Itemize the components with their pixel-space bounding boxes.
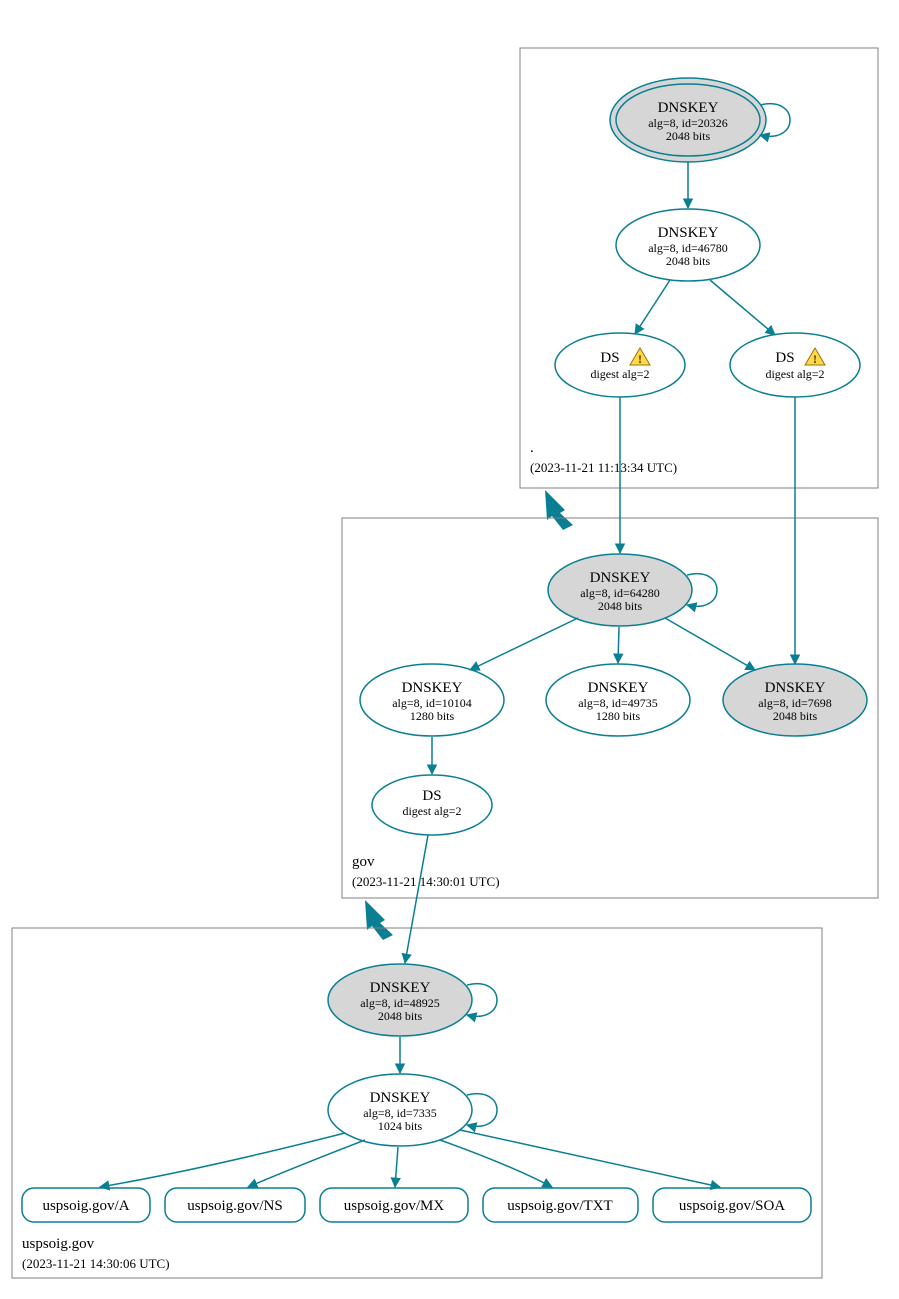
- zone-ts-uspsoig: (2023-11-21 14:30:06 UTC): [22, 1256, 170, 1271]
- svg-text:1024 bits: 1024 bits: [378, 1119, 423, 1133]
- node-gov-zsk1: DNSKEY alg=8, id=10104 1280 bits: [360, 664, 504, 736]
- svg-text:alg=8, id=20326: alg=8, id=20326: [648, 116, 728, 130]
- svg-text:digest alg=2: digest alg=2: [590, 367, 649, 381]
- edge-govksk-zsk1: [470, 618, 578, 670]
- svg-text:DNSKEY: DNSKEY: [765, 680, 826, 696]
- node-root-ksk: DNSKEY alg=8, id=20326 2048 bits: [610, 78, 766, 162]
- svg-text:alg=8, id=7335: alg=8, id=7335: [363, 1106, 437, 1120]
- svg-text:DNSKEY: DNSKEY: [590, 570, 651, 586]
- node-ds2: DS digest alg=2 !: [730, 333, 860, 397]
- svg-text:alg=8, id=48925: alg=8, id=48925: [360, 996, 440, 1010]
- svg-text:alg=8, id=64280: alg=8, id=64280: [580, 586, 660, 600]
- svg-text:2048 bits: 2048 bits: [666, 129, 711, 143]
- svg-text:alg=8, id=10104: alg=8, id=10104: [392, 696, 472, 710]
- node-root-zsk: DNSKEY alg=8, id=46780 2048 bits: [616, 209, 760, 281]
- svg-text:DS: DS: [600, 350, 619, 366]
- zone-arrow-root-gov: [545, 490, 573, 530]
- dnssec-diagram: . (2023-11-21 11:13:34 UTC) DNSKEY alg=8…: [0, 0, 899, 1299]
- leaf-txt: uspsoig.gov/TXT: [483, 1188, 638, 1222]
- zone-label-root: .: [530, 440, 534, 456]
- zone-ts-root: (2023-11-21 11:13:34 UTC): [530, 460, 677, 475]
- svg-text:1280 bits: 1280 bits: [596, 709, 641, 723]
- svg-text:alg=8, id=46780: alg=8, id=46780: [648, 241, 728, 255]
- svg-text:digest alg=2: digest alg=2: [765, 367, 824, 381]
- svg-text:digest alg=2: digest alg=2: [402, 804, 461, 818]
- svg-text:DNSKEY: DNSKEY: [588, 680, 649, 696]
- svg-text:alg=8, id=49735: alg=8, id=49735: [578, 696, 658, 710]
- node-gov-key3: DNSKEY alg=8, id=7698 2048 bits: [723, 664, 867, 736]
- edge-uspzsk-mx: [395, 1147, 398, 1187]
- svg-text:2048 bits: 2048 bits: [773, 709, 818, 723]
- svg-text:DNSKEY: DNSKEY: [402, 680, 463, 696]
- svg-text:DNSKEY: DNSKEY: [658, 225, 719, 241]
- edge-uspzsk-soa: [460, 1130, 720, 1187]
- node-gov-ds: DS digest alg=2: [372, 775, 492, 835]
- svg-text:DNSKEY: DNSKEY: [370, 1090, 431, 1106]
- svg-text:DNSKEY: DNSKEY: [370, 980, 431, 996]
- node-gov-zsk2: DNSKEY alg=8, id=49735 1280 bits: [546, 664, 690, 736]
- svg-text:!: !: [638, 352, 642, 366]
- svg-text:DS: DS: [422, 788, 441, 804]
- svg-text:DNSKEY: DNSKEY: [658, 100, 719, 116]
- node-ds1: DS digest alg=2 !: [555, 333, 685, 397]
- svg-text:DS: DS: [775, 350, 794, 366]
- edge-uspzsk-a: [100, 1133, 345, 1187]
- svg-text:uspsoig.gov/TXT: uspsoig.gov/TXT: [507, 1198, 612, 1214]
- svg-text:!: !: [813, 352, 817, 366]
- svg-text:uspsoig.gov/NS: uspsoig.gov/NS: [187, 1198, 282, 1214]
- node-usp-ksk: DNSKEY alg=8, id=48925 2048 bits: [328, 964, 472, 1036]
- zone-label-gov: gov: [352, 854, 375, 870]
- zone-arrow-gov-uspsoig: [365, 900, 393, 940]
- svg-text:uspsoig.gov/MX: uspsoig.gov/MX: [344, 1198, 445, 1214]
- svg-text:uspsoig.gov/A: uspsoig.gov/A: [42, 1198, 129, 1214]
- svg-text:2048 bits: 2048 bits: [666, 254, 711, 268]
- zone-label-uspsoig: uspsoig.gov: [22, 1236, 95, 1252]
- edge-govksk-key3: [665, 618, 755, 670]
- zone-ts-gov: (2023-11-21 14:30:01 UTC): [352, 874, 500, 889]
- leaf-mx: uspsoig.gov/MX: [320, 1188, 468, 1222]
- node-gov-ksk: DNSKEY alg=8, id=64280 2048 bits: [548, 554, 692, 626]
- svg-text:1280 bits: 1280 bits: [410, 709, 455, 723]
- edge-rootzsk-ds1: [635, 280, 670, 334]
- svg-text:uspsoig.gov/SOA: uspsoig.gov/SOA: [679, 1198, 785, 1214]
- edge-rootzsk-ds2: [710, 280, 775, 335]
- node-usp-zsk: DNSKEY alg=8, id=7335 1024 bits: [328, 1074, 472, 1146]
- edge-govksk-zsk2: [618, 627, 619, 663]
- svg-text:alg=8, id=7698: alg=8, id=7698: [758, 696, 832, 710]
- leaf-ns: uspsoig.gov/NS: [165, 1188, 305, 1222]
- leaf-a: uspsoig.gov/A: [22, 1188, 150, 1222]
- svg-text:2048 bits: 2048 bits: [598, 599, 643, 613]
- svg-text:2048 bits: 2048 bits: [378, 1009, 423, 1023]
- leaf-soa: uspsoig.gov/SOA: [653, 1188, 811, 1222]
- edge-govds-uspksk: [405, 835, 428, 963]
- edge-uspzsk-ns: [248, 1140, 365, 1187]
